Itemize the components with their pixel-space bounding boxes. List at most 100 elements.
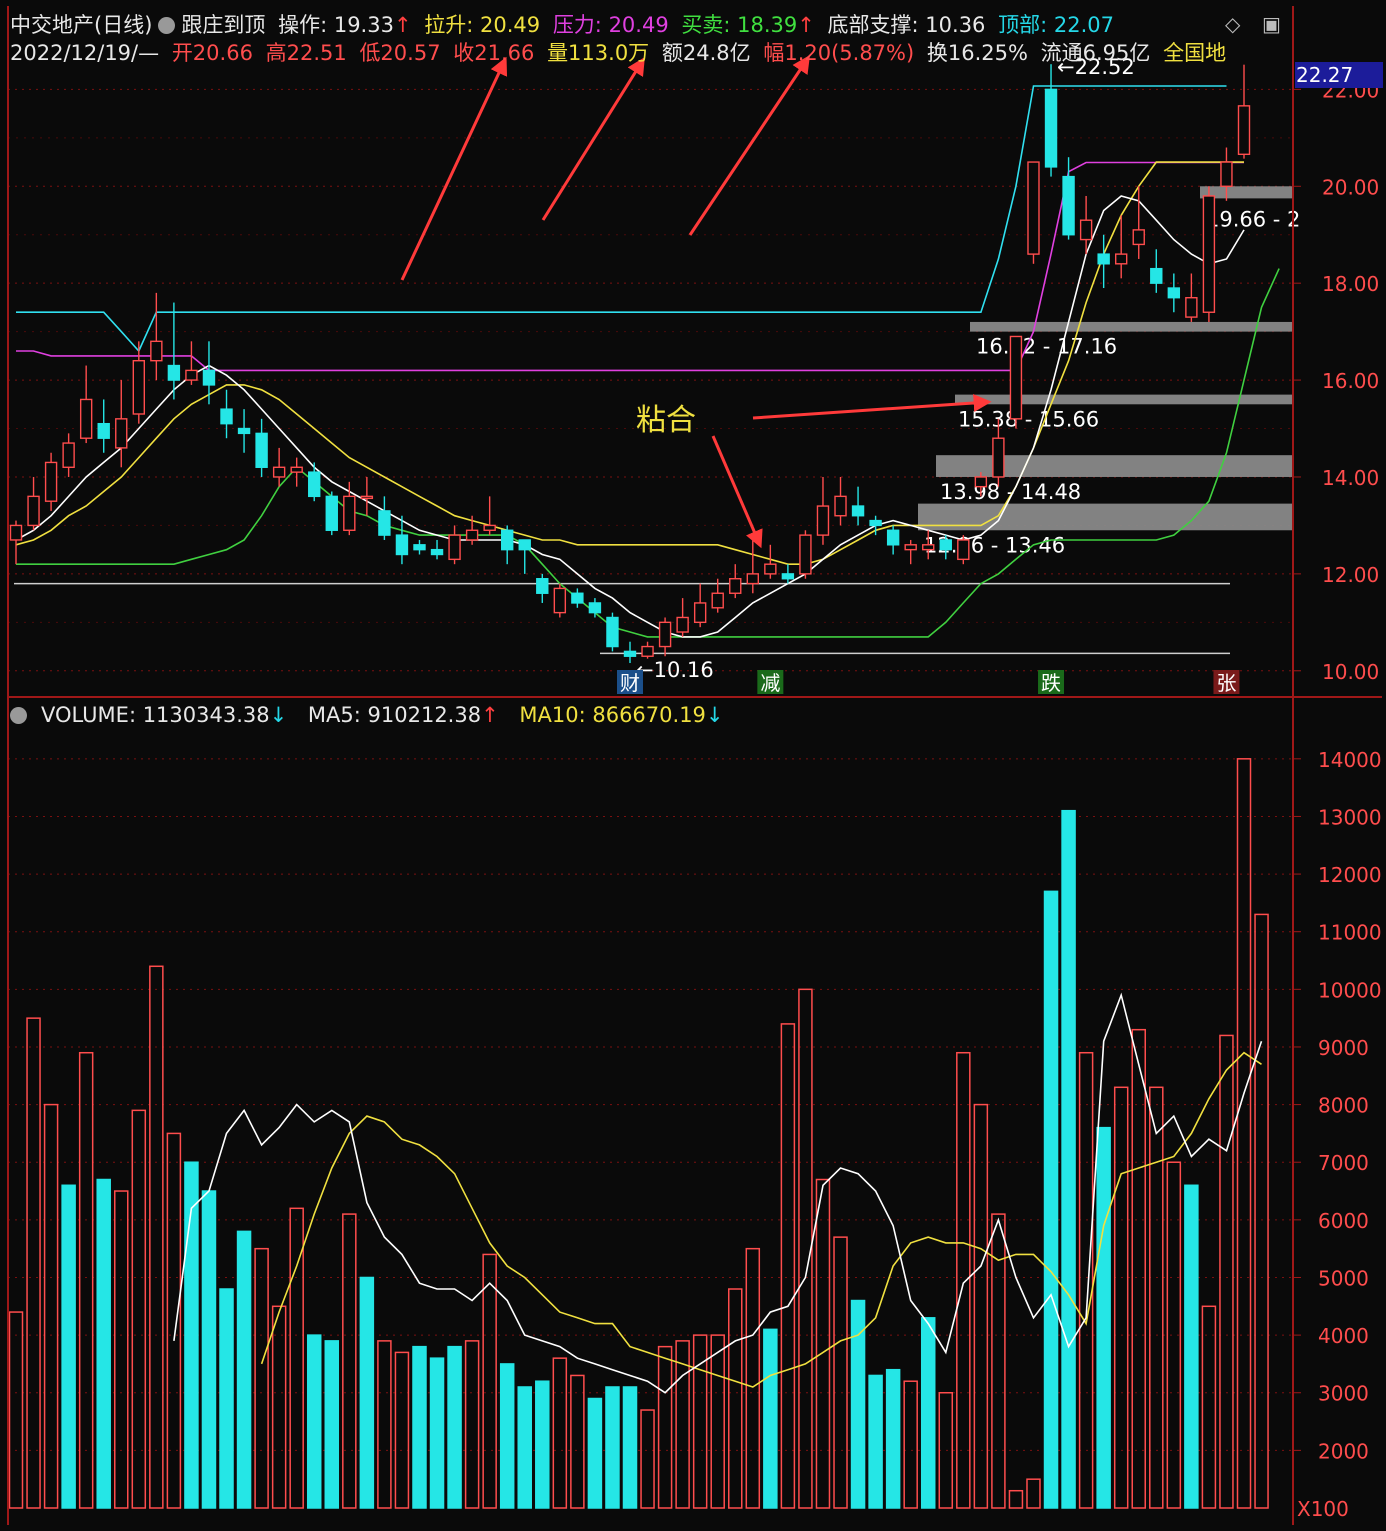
candle (992, 437, 1005, 478)
quote-date: 2022/12/19/— (10, 41, 160, 65)
candle (1220, 161, 1233, 187)
volume-bar (938, 1391, 954, 1509)
annotation-arrow (752, 393, 992, 420)
volume-bar (552, 1357, 568, 1509)
annotation-arrow (711, 435, 763, 549)
candle (1114, 253, 1128, 265)
candle (1167, 287, 1181, 299)
candle (272, 466, 286, 478)
top-value: 顶部: 22.07 (998, 13, 1114, 37)
candle (571, 592, 584, 604)
candle (764, 563, 777, 575)
candle (115, 418, 128, 449)
quote-high: 高22.51 (265, 41, 347, 65)
candle (185, 369, 198, 381)
volume-bar (1096, 1126, 1111, 1509)
volume-bar (394, 1351, 410, 1509)
volume-bar (26, 1017, 41, 1509)
candle (1009, 335, 1023, 420)
candle (1044, 88, 1058, 168)
volume-tick-label: 5000 (1318, 1266, 1369, 1290)
candle (465, 529, 479, 541)
volume-bar (1254, 913, 1269, 1509)
candle (904, 544, 917, 551)
unit-label: X100 (1297, 1497, 1349, 1521)
window-icon[interactable]: ▣ (1262, 12, 1281, 36)
volume-bar (412, 1345, 427, 1509)
candle (974, 476, 988, 488)
candle (44, 461, 58, 502)
candle (483, 524, 496, 531)
stock-title: 中交地产(日线) (10, 13, 153, 37)
diamond-icon[interactable]: ◇ (1225, 12, 1240, 36)
candle (290, 466, 303, 473)
volume-bar (499, 1363, 515, 1509)
volume-bar (43, 1103, 59, 1509)
candle (79, 398, 93, 439)
volume-bar (149, 965, 164, 1509)
volume-tick-label: 3000 (1318, 1382, 1369, 1406)
volume-bar (657, 1345, 673, 1509)
volume-bar (1078, 1051, 1094, 1509)
annotations: ←22.52←10.16粘合财减跌张 (400, 55, 1240, 695)
volume-bar (920, 1317, 936, 1509)
event-marker-label: 减 (760, 671, 780, 695)
volume-bar (885, 1368, 901, 1509)
indicator-menu-icon[interactable] (158, 17, 176, 34)
lift-value: 拉升: 20.49 (424, 13, 541, 37)
candle (395, 534, 409, 556)
quote-bar: 2022/12/19/— 开20.66 高22.51 低20.57 收21.66… (10, 40, 1232, 66)
volume-bar (780, 1023, 796, 1509)
volume-bar (447, 1345, 462, 1509)
event-marker-label: 财 (620, 671, 640, 695)
volume-menu-icon[interactable] (10, 707, 27, 724)
candle (957, 539, 970, 561)
volume-ma10: MA10: 866670.19 (519, 703, 706, 727)
quote-change: 幅1.20(5.87%) (763, 41, 915, 65)
candle (150, 340, 163, 362)
volume-bar (429, 1357, 445, 1509)
quote-low: 低20.57 (359, 41, 441, 65)
volume-bar (745, 1247, 761, 1509)
volume-tick-label: 7000 (1318, 1151, 1369, 1175)
candle (448, 534, 461, 561)
up-arrow-icon: ↑ (797, 13, 815, 37)
quote-turnover: 换16.25% (926, 41, 1028, 65)
volume-bar (1236, 758, 1252, 1509)
price-tick-label: 12.00 (1322, 563, 1379, 587)
candle (536, 578, 549, 594)
zone-label: 16.92 - 17.16 (976, 335, 1117, 359)
candle (62, 442, 75, 468)
volume-ma10-line (260, 1051, 1262, 1388)
price-tick-label: 10.00 (1322, 660, 1379, 684)
candle (588, 602, 602, 614)
volume-bar (324, 1340, 340, 1509)
candle (1202, 195, 1216, 313)
candle (676, 616, 689, 633)
candle (851, 505, 865, 517)
volume-bar (570, 1374, 585, 1509)
up-arrow-icon: ↑ (481, 703, 499, 727)
volume-tick-label: 2000 (1318, 1439, 1369, 1463)
candle (606, 616, 619, 648)
volume-bar (96, 1178, 111, 1509)
volume-bar (1113, 1086, 1129, 1509)
volume-tick-label: 12000 (1318, 863, 1382, 887)
volume-bar (1149, 1086, 1164, 1509)
volume-y-axis: 14000 13000 12000 11000 10000 9000 8000 7000 600… (1293, 748, 1382, 1521)
candle (799, 534, 812, 575)
candle (711, 592, 724, 609)
candle (1237, 105, 1251, 156)
candle (360, 495, 374, 500)
candle (325, 495, 338, 531)
candle (781, 573, 795, 580)
volume-bar (1219, 1034, 1234, 1509)
candle (9, 524, 23, 541)
volume-bars (8, 758, 1269, 1509)
volume-bar (903, 1380, 918, 1509)
volume-bar (798, 988, 813, 1509)
candle (693, 602, 707, 624)
candlesticks (9, 64, 1251, 664)
support-value: 底部支撑: 10.36 (827, 13, 986, 37)
volume-bar (8, 1311, 24, 1509)
